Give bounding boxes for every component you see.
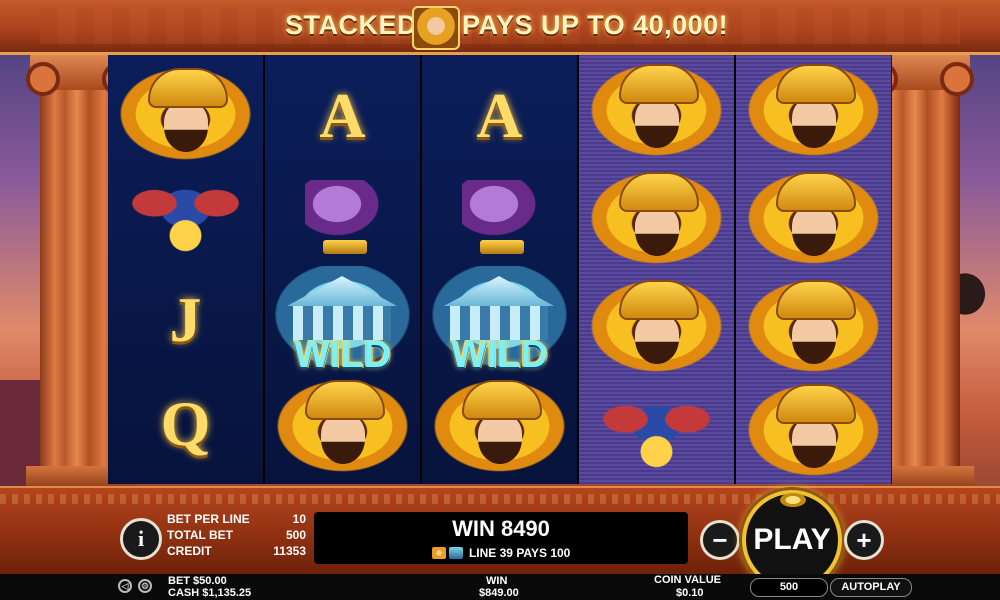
eagle-symbol	[422, 162, 577, 270]
lion-hero-symbol	[736, 376, 891, 484]
hercules-lion-icon	[412, 6, 460, 50]
bet-stats-panel: BET PER LINE 10 TOTAL BET 500 CREDIT 113…	[160, 512, 310, 564]
coin-value-label: COIN VALUE	[654, 574, 722, 586]
reel-5	[736, 52, 891, 484]
j-symbol: J	[169, 284, 202, 355]
status-win-label: WIN	[486, 575, 508, 587]
banner-text-pays: PAYS UP TO 40,000!	[462, 10, 729, 40]
console-greek-pattern	[0, 494, 1000, 504]
autoplay-button[interactable]: AUTOPLAY	[830, 578, 912, 597]
three-headed-dog-symbol	[108, 160, 263, 268]
total-bet-label: TOTAL BET	[167, 528, 233, 542]
info-button[interactable]: i	[120, 518, 162, 560]
win-amount: WIN 8490	[452, 516, 550, 541]
win-line-text: LINE 39 PAYS 100	[468, 546, 571, 560]
lion-hero-symbol	[736, 164, 891, 272]
lion-mini-icon	[431, 547, 446, 559]
wild-mini-icon	[448, 547, 463, 559]
credit-row: CREDIT 11353	[160, 544, 310, 560]
reel-4	[579, 52, 734, 484]
lion-hero-symbol	[736, 56, 891, 164]
lion-hero-symbol	[422, 372, 577, 480]
bet-per-line-row: BET PER LINE 10	[160, 512, 310, 528]
settings-icon[interactable]: ⚙	[138, 579, 152, 593]
wild-label: WILD	[450, 334, 549, 376]
reel-grid: J Q A WILD A WILD	[108, 52, 892, 484]
status-cash: CASH $1,135.25	[168, 587, 252, 599]
lion-hero-symbol	[579, 164, 734, 272]
coin-icon	[780, 493, 806, 507]
lion-hero-symbol	[579, 56, 734, 164]
lion-hero-symbol	[579, 272, 734, 380]
increase-bet-button[interactable]: +	[844, 520, 884, 560]
total-bet-value: 500	[285, 528, 306, 542]
bet-per-line-label: BET PER LINE	[167, 512, 250, 526]
reel-1: J Q	[108, 52, 263, 484]
bet-per-line-value: 10	[292, 512, 306, 526]
status-bet: BET $50.00	[168, 575, 227, 587]
three-headed-dog-symbol	[579, 376, 734, 484]
win-line-info: LINE 39 PAYS 100	[314, 546, 688, 560]
banner-text-stacked: STACKED	[285, 10, 418, 40]
coin-value: $0.10	[676, 587, 704, 599]
decrease-bet-button[interactable]: −	[700, 520, 740, 560]
lion-hero-symbol	[736, 272, 891, 380]
wild-temple-symbol: WILD	[422, 266, 577, 376]
credit-value: 11353	[273, 544, 306, 558]
status-win-value: $849.00	[479, 587, 519, 599]
sound-icon[interactable]: ◁	[118, 579, 132, 593]
reel-3: A WILD	[422, 52, 577, 484]
a-symbol: A	[476, 80, 523, 151]
wild-label: WILD	[293, 334, 392, 376]
total-bet-row: TOTAL BET 500	[160, 528, 310, 544]
lion-hero-symbol	[108, 60, 263, 168]
wild-temple-symbol: WILD	[265, 266, 420, 376]
coin-select-dropdown[interactable]: 500	[750, 578, 828, 597]
credit-label: CREDIT	[167, 544, 212, 558]
top-banner: STACKED PAYS UP TO 40,000!	[0, 0, 1000, 55]
win-display: WIN 8490 LINE 39 PAYS 100	[314, 512, 688, 564]
lion-hero-symbol	[265, 372, 420, 480]
a-symbol: A	[319, 80, 366, 151]
eagle-symbol	[265, 162, 420, 270]
reel-2: A WILD	[265, 52, 420, 484]
q-symbol: Q	[160, 388, 211, 459]
